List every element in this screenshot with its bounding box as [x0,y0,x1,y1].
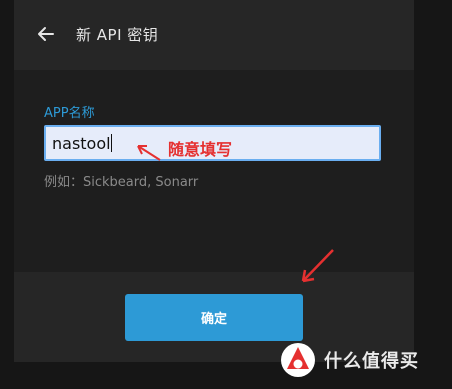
watermark-text: 什么值得买 [324,351,419,372]
smzdm-logo-icon [281,343,315,377]
app-name-input-value: nastool [52,134,112,153]
dialog-header: 新 API 密钥 [14,0,414,70]
app-name-label: APP名称 [44,106,95,121]
watermark: 什么值得买 [280,340,448,380]
dialog-title: 新 API 密钥 [76,26,159,44]
screen: 新 API 密钥 APP名称 nastool 例如：Sickbeard, Son… [0,0,452,389]
dialog-body: APP名称 nastool 例如：Sickbeard, Sonarr [14,70,414,272]
annotation-label: 随意填写 [168,140,233,159]
app-name-hint: 例如：Sickbeard, Sonarr [44,175,199,190]
back-button[interactable] [34,22,58,46]
text-caret [110,134,112,152]
arrow-left-icon [38,27,54,41]
confirm-button[interactable]: 确定 [125,294,303,341]
